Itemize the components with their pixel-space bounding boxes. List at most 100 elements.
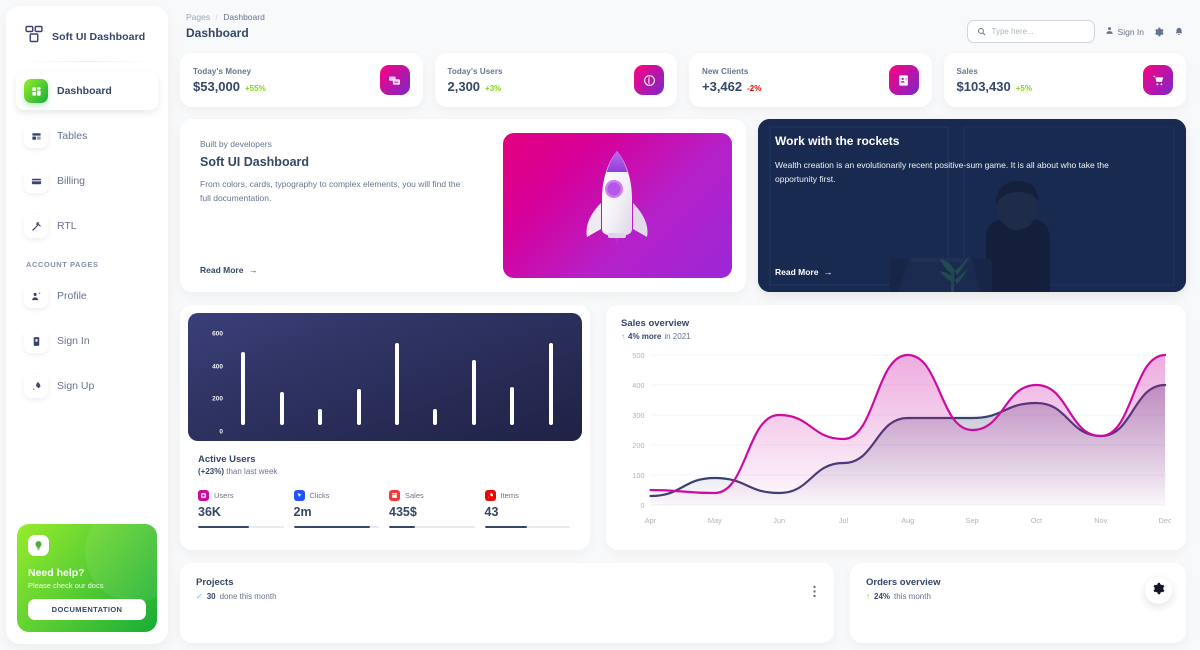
kebab-menu-icon[interactable] [813, 585, 816, 603]
stat-card-todays-money: Today's Money $53,000 +55% [180, 53, 423, 107]
bell-icon[interactable] [1174, 27, 1184, 37]
active-users-card: 600 400 200 0 Active Users (+23%) than l… [180, 305, 590, 550]
y-tick-label: 400 [632, 381, 644, 390]
active-users-header: Active Users (+23%) than last week [188, 441, 582, 476]
stat-value: $103,430 [957, 79, 1011, 94]
bar [433, 409, 437, 425]
read-more-link[interactable]: Read More → [775, 267, 1169, 277]
brand-name: Soft UI Dashboard [52, 31, 145, 43]
sidebar-item-label: Tables [57, 130, 87, 142]
brand[interactable]: Soft UI Dashboard [6, 6, 168, 61]
y-tick-label: 500 [632, 351, 644, 360]
kpi-clicks: Clicks2m [294, 490, 380, 528]
help-card-title: Need help? [28, 567, 146, 579]
kpi-label: Users [214, 491, 234, 500]
y-tick-label: 100 [632, 471, 644, 480]
shop-icon [389, 490, 400, 501]
promo-right-text: Wealth creation is an evolutionarily rec… [775, 159, 1143, 187]
topnav: Sign In [967, 12, 1184, 43]
sales-overview-line-chart: 0100200300400500AprMayJunJulAugSepOctNov… [621, 349, 1171, 531]
x-tick-label: Jul [839, 516, 849, 525]
kpi-progress-fill [198, 526, 249, 528]
active-users-subtitle-rest: than last week [226, 467, 277, 476]
sales-overview-title: Sales overview [621, 318, 1171, 329]
x-tick-label: Dec [1159, 516, 1171, 525]
sidebar-item-dashboard[interactable]: Dashboard [16, 72, 158, 110]
sign-up-icon [24, 374, 48, 398]
kpi-label: Items [501, 491, 519, 500]
stat-label: Today's Money [193, 67, 266, 76]
promo-left-copy: Built by developers Soft UI Dashboard Fr… [200, 139, 489, 205]
read-more-label: Read More [200, 265, 243, 275]
stat-card-todays-users: Today's Users 2,300 +3% [435, 53, 678, 107]
promo-right-copy: Work with the rockets Wealth creation is… [775, 134, 1169, 187]
sidebar-item-billing[interactable]: Billing [16, 162, 158, 200]
stat-value-row: $103,430 +5% [957, 79, 1032, 94]
stat-text: Sales $103,430 +5% [957, 67, 1032, 94]
projects-title: Projects [196, 577, 818, 588]
sidebar-item-profile[interactable]: Profile [16, 277, 158, 315]
kpi-header: Items [485, 490, 571, 501]
kpi-progress [485, 526, 571, 528]
documentation-button[interactable]: DOCUMENTATION [28, 599, 146, 620]
sidebar-item-label: Sign In [57, 335, 90, 347]
profile-icon [24, 284, 48, 308]
x-tick-label: Sep [966, 516, 979, 525]
sign-in-icon [24, 329, 48, 353]
projects-done-count: 30 [207, 592, 216, 601]
kpi-value: 2m [294, 505, 380, 519]
breadcrumb-root[interactable]: Pages [186, 12, 210, 22]
search-box[interactable] [967, 20, 1095, 43]
kpi-items: Items 43 [485, 490, 571, 528]
dashboard-icon [24, 79, 48, 103]
stat-value: $53,000 [193, 79, 240, 94]
kpi-progress [389, 526, 475, 528]
bar [510, 387, 514, 425]
search-input[interactable] [992, 27, 1085, 36]
breadcrumb-separator: / [215, 12, 217, 22]
active-users-delta: (+23%) [198, 467, 224, 476]
stat-card-new-clients: New Clients +3,462 -2% [689, 53, 932, 107]
stat-label: New Clients [702, 67, 761, 76]
sidebar-item-sign-up[interactable]: Sign Up [16, 367, 158, 405]
cursor-icon [294, 490, 305, 501]
user-icon [1105, 26, 1114, 37]
kpi-users: Users36K [198, 490, 284, 528]
stat-value-row: +3,462 -2% [702, 79, 761, 94]
kpi-progress-fill [485, 526, 528, 528]
stat-delta: -2% [747, 84, 761, 93]
bar [395, 343, 399, 425]
promo-title: Soft UI Dashboard [200, 155, 489, 169]
gear-icon[interactable] [1154, 27, 1164, 37]
stat-delta: +5% [1016, 84, 1032, 93]
orders-settings-button[interactable] [1145, 577, 1172, 604]
stat-text: Today's Users 2,300 +3% [448, 67, 503, 94]
soft-ui-logo-icon [24, 24, 44, 49]
sidebar-item-rtl[interactable]: RTL [16, 207, 158, 245]
promo-text: From colors, cards, typography to comple… [200, 177, 472, 205]
read-more-link[interactable]: Read More → [200, 265, 489, 275]
arrow-up-icon: ↑ [866, 592, 870, 601]
sales-overview-period: in 2021 [664, 332, 690, 341]
bar [549, 343, 553, 425]
kpi-header: Sales [389, 490, 475, 501]
y-tick: 400 [212, 363, 223, 370]
bottom-row: Projects ✓ 30 done this month Orders ove… [180, 563, 1186, 643]
sales-overview-subtitle: ↑ 4% more in 2021 [621, 332, 1171, 341]
sidebar-item-sign-in[interactable]: Sign In [16, 322, 158, 360]
sign-in-label: Sign In [1118, 27, 1144, 37]
kpi-progress-fill [294, 526, 371, 528]
billing-icon [24, 169, 48, 193]
sales-overview-card: Sales overview ↑ 4% more in 2021 0100200… [606, 305, 1186, 550]
check-icon: ✓ [196, 592, 203, 601]
kpi-sales: Sales435$ [389, 490, 475, 528]
kpi-value: 43 [485, 505, 571, 519]
bar-chart-y-axis: 600 400 200 0 [197, 327, 223, 425]
bar [472, 360, 476, 425]
sign-in-link[interactable]: Sign In [1105, 26, 1144, 37]
sidebar-item-tables[interactable]: Tables [16, 117, 158, 155]
read-more-label: Read More [775, 267, 818, 277]
active-users-kpi-grid: Users36K Clicks2mSales435$ Items 43 [188, 476, 582, 528]
bar [318, 409, 322, 425]
topbar: Pages / Dashboard Dashboard [180, 8, 1186, 43]
